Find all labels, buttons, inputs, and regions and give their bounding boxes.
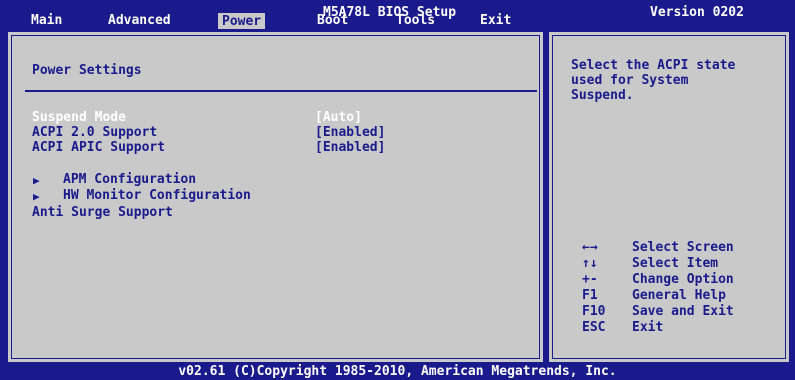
help-description: Select the ACPI state used for System Su… (571, 58, 736, 103)
tab-tools[interactable]: Tools (392, 14, 439, 28)
key-action-save-and-exit: Save and Exit (632, 304, 734, 319)
setting-suspend-mode-value[interactable]: [Auto] (315, 110, 362, 126)
copyright-footer: v02.61 (C)Copyright 1985-2010, American … (178, 364, 617, 379)
section-divider (25, 90, 537, 92)
key-action-select-item: Select Item (632, 256, 719, 271)
up-down-arrows-icon: ↑↓ (582, 256, 598, 271)
key-plus-minus: +- (582, 272, 598, 287)
setting-suspend-mode-label[interactable]: Suspend Mode (32, 110, 126, 126)
bios-version: Version 0202 (650, 5, 744, 20)
key-action-exit: Exit (632, 320, 664, 335)
key-esc: ESC (582, 320, 606, 335)
bios-header: M5A78L BIOS Setup Version 0202 Main Adva… (0, 0, 795, 29)
key-f1: F1 (582, 288, 598, 303)
key-action-general-help: General Help (632, 288, 726, 303)
tab-advanced[interactable]: Advanced (104, 14, 175, 28)
key-action-select-screen: Select Screen (632, 240, 734, 255)
setting-acpi-apic-value[interactable]: [Enabled] (315, 140, 385, 156)
left-right-arrows-icon: ←→ (582, 240, 598, 255)
tab-boot[interactable]: Boot (313, 14, 352, 28)
setting-anti-surge-support[interactable]: Anti Surge Support (32, 205, 173, 221)
setting-acpi20-label[interactable]: ACPI 2.0 Support (32, 125, 157, 141)
setting-acpi-apic-label[interactable]: ACPI APIC Support (32, 140, 165, 156)
submenu-arrow-icon: ▶ (33, 190, 40, 203)
section-title: Power Settings (32, 63, 142, 78)
tab-exit[interactable]: Exit (476, 14, 515, 28)
submenu-hw-monitor-configuration[interactable]: HW Monitor Configuration (63, 188, 251, 204)
submenu-arrow-icon: ▶ (33, 174, 40, 187)
tab-power[interactable]: Power (218, 13, 266, 29)
key-action-change-option: Change Option (632, 272, 734, 287)
key-f10: F10 (582, 304, 606, 319)
tab-main[interactable]: Main (27, 14, 66, 28)
submenu-apm-configuration[interactable]: APM Configuration (63, 172, 196, 188)
setting-acpi20-value[interactable]: [Enabled] (315, 125, 385, 141)
